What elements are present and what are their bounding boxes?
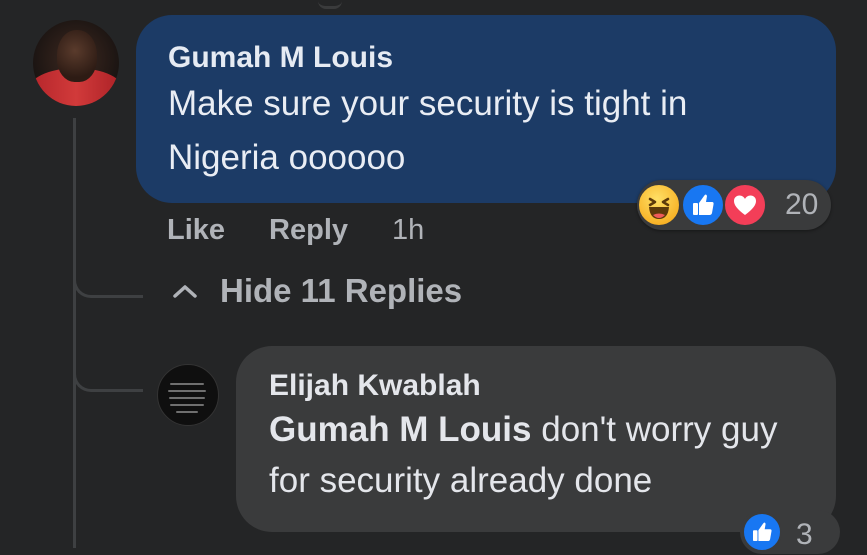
thread-connector-reply (73, 374, 143, 392)
comment-actions: Like Reply 1h (167, 210, 424, 250)
thread-line (73, 118, 76, 548)
previous-thread-connector (318, 0, 342, 9)
avatar[interactable] (33, 20, 119, 106)
comment-timestamp[interactable]: 1h (392, 214, 424, 247)
like-button[interactable]: Like (167, 214, 225, 247)
reply-button[interactable]: Reply (269, 214, 348, 247)
comment-text: Make sure your security is tight in Nige… (168, 84, 688, 177)
like-icon (742, 512, 782, 552)
reply-reaction-summary[interactable]: 3 (740, 510, 840, 554)
reaction-count: 20 (785, 188, 819, 221)
hide-replies-label: Hide 11 Replies (220, 272, 463, 309)
chevron-up-icon (173, 285, 197, 298)
reply-bubble: Elijah Kwablah Gumah M Louis don't worry… (236, 346, 836, 532)
reaction-summary[interactable]: 20 (637, 180, 831, 230)
reply-mention[interactable]: Gumah M Louis (269, 410, 532, 449)
reply-author[interactable]: Elijah Kwablah (269, 368, 803, 404)
comment-bubble: Gumah M Louis Make sure your security is… (136, 15, 836, 203)
haha-icon (637, 183, 681, 227)
hide-replies-button[interactable]: Hide 11 Replies (172, 272, 462, 310)
comment-author[interactable]: Gumah M Louis (168, 39, 804, 77)
reply-avatar[interactable] (157, 364, 219, 426)
reply-text: Gumah M Louis don't worry guy for securi… (269, 404, 803, 506)
reply-reaction-count: 3 (796, 518, 813, 551)
thread-connector-toggle (73, 280, 143, 298)
like-icon (681, 183, 725, 227)
love-icon (723, 183, 767, 227)
